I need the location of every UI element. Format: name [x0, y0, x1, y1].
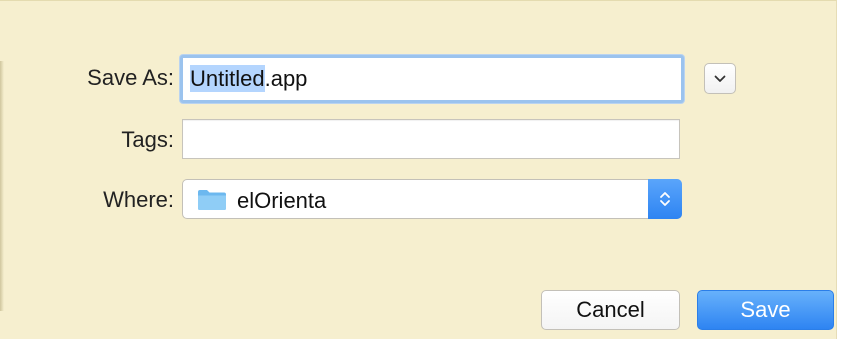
save-button[interactable]: Save [697, 290, 834, 330]
folder-icon [198, 190, 226, 210]
filename-selected-text: Untitled [190, 65, 265, 92]
expand-dialog-button[interactable] [704, 63, 736, 94]
filename-extension: .app [264, 66, 308, 91]
tags-label: Tags: [121, 127, 174, 152]
chevron-down-icon [714, 75, 726, 82]
where-popup-button[interactable]: elOrienta [182, 179, 682, 219]
save-dialog: Save As: Untitled.app Tags: Where: elOri… [0, 0, 837, 339]
tags-field[interactable] [182, 119, 680, 159]
where-label: Where: [103, 187, 174, 212]
save-as-label: Save As: [87, 65, 174, 90]
where-stepper[interactable] [648, 179, 682, 219]
filename-field[interactable]: Untitled.app [180, 55, 684, 103]
filename-text: Untitled.app [190, 65, 308, 92]
up-down-chevron-icon [660, 192, 670, 206]
where-folder-name: elOrienta [237, 188, 327, 213]
cancel-button[interactable]: Cancel [541, 290, 680, 330]
window-edge [0, 61, 4, 311]
